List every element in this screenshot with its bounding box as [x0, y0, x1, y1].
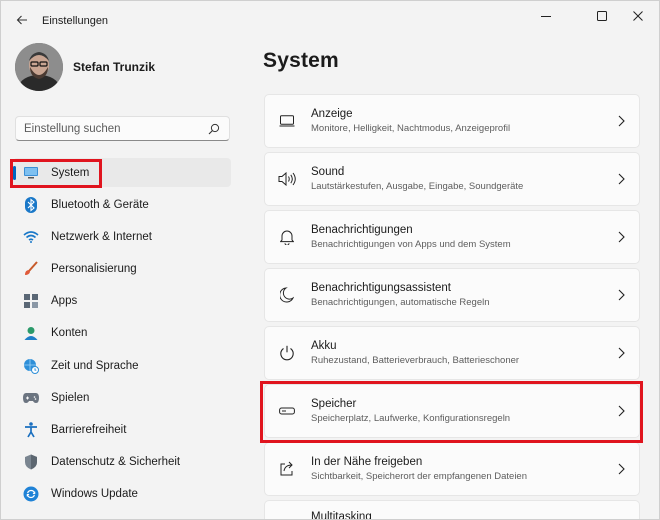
card-subtitle: Sichtbarkeit, Speicherort der empfangene…: [311, 471, 527, 482]
user-name: Stefan Trunzik: [73, 60, 156, 74]
brush-icon: [23, 261, 39, 277]
display-icon: [277, 111, 297, 131]
card-title: Anzeige: [311, 108, 353, 120]
sidebar-item-bluetooth[interactable]: Bluetooth & Geräte: [13, 190, 231, 219]
card-subtitle: Benachrichtigungen von Apps und dem Syst…: [311, 239, 511, 250]
card-title: Sound: [311, 166, 345, 178]
page-title: System: [263, 49, 339, 72]
sidebar-item-privacy-security[interactable]: Datenschutz & Sicherheit: [13, 448, 231, 477]
multitasking-icon: [277, 509, 297, 519]
sidebar-item-network[interactable]: Netzwerk & Internet: [13, 222, 231, 251]
minimize-icon: [541, 16, 551, 17]
sidebar-item-label: Apps: [51, 295, 78, 308]
sidebar-item-label: System: [51, 166, 90, 179]
card-title: Multitasking: [311, 511, 372, 520]
card-focus-assist[interactable]: Benachrichtigungsassistent Benachrichtig…: [264, 268, 640, 322]
chevron-right-icon: [618, 463, 625, 475]
back-button[interactable]: [9, 7, 35, 33]
moon-icon: [277, 285, 297, 305]
search-box[interactable]: [15, 116, 230, 141]
chevron-right-icon: [618, 115, 625, 127]
card-notifications[interactable]: Benachrichtigungen Benachrichtigungen vo…: [264, 210, 640, 264]
search-icon: [208, 123, 220, 135]
sidebar-item-time-language[interactable]: Zeit und Sprache: [13, 351, 231, 380]
sidebar-item-accessibility[interactable]: Barrierefreiheit: [13, 416, 231, 445]
settings-window: Einstellungen Stefan Trunzik Einstellung…: [0, 0, 660, 520]
gamepad-icon: [23, 390, 39, 406]
sidebar-item-label: Bluetooth & Geräte: [51, 198, 149, 211]
sidebar-item-system[interactable]: System: [13, 158, 231, 187]
sidebar-item-label: Zeit und Sprache: [51, 359, 139, 372]
card-title: In der Nähe freigeben: [311, 456, 423, 468]
monitor-icon: [23, 165, 39, 181]
accessibility-icon: [23, 422, 39, 438]
sidebar-item-gaming[interactable]: Spielen: [13, 383, 231, 412]
sidebar-item-label: Personalisierung: [51, 263, 137, 276]
chevron-right-icon: [618, 231, 625, 243]
app-title: Einstellungen: [42, 15, 109, 27]
card-title: Benachrichtigungen: [311, 224, 413, 236]
sidebar-item-label: Netzwerk & Internet: [51, 230, 152, 243]
close-button[interactable]: [615, 1, 659, 31]
sidebar-item-label: Spielen: [51, 391, 90, 404]
sidebar-item-label: Konten: [51, 327, 88, 340]
sidebar-item-windows-update[interactable]: Windows Update: [13, 480, 231, 509]
card-subtitle: Benachrichtigungen, automatische Regeln: [311, 297, 490, 308]
chevron-right-icon: [618, 173, 625, 185]
chevron-right-icon: [618, 405, 625, 417]
sidebar-item-label: Datenschutz & Sicherheit: [51, 456, 181, 469]
avatar-photo-icon: [15, 43, 63, 91]
card-subtitle: Speicherplatz, Laufwerke, Konfigurations…: [311, 413, 511, 424]
title-bar: Einstellungen: [1, 1, 659, 39]
card-subtitle: Ruhezustand, Batterieverbrauch, Batterie…: [311, 355, 520, 366]
maximize-icon: [597, 11, 607, 21]
arrow-left-icon: [16, 15, 27, 25]
shield-icon: [23, 454, 39, 470]
sidebar-item-personalization[interactable]: Personalisierung: [13, 255, 231, 284]
card-title: Benachrichtigungsassistent: [311, 282, 451, 294]
card-title: Speicher: [311, 398, 357, 410]
card-storage[interactable]: Speicher Speicherplatz, Laufwerke, Konfi…: [264, 384, 640, 438]
card-nearby-sharing[interactable]: In der Nähe freigeben Sichtbarkeit, Spei…: [264, 442, 640, 496]
sidebar-item-label: Barrierefreiheit: [51, 424, 127, 436]
globe-clock-icon: [23, 358, 39, 374]
chevron-right-icon: [618, 289, 625, 301]
sidebar-item-label: Windows Update: [51, 488, 138, 501]
card-display[interactable]: Anzeige Monitore, Helligkeit, Nachtmodus…: [264, 94, 640, 148]
chevron-right-icon: [618, 347, 625, 359]
speaker-icon: [277, 169, 297, 189]
close-icon: [633, 11, 643, 21]
sidebar-item-apps[interactable]: Apps: [13, 287, 231, 316]
active-indicator: [13, 166, 16, 180]
wifi-icon: [23, 229, 39, 245]
apps-icon: [23, 293, 39, 309]
bell-icon: [277, 227, 297, 247]
storage-icon: [277, 401, 297, 421]
sidebar-item-accounts[interactable]: Konten: [13, 319, 231, 348]
account-icon: [23, 325, 39, 341]
power-icon: [277, 343, 297, 363]
share-icon: [277, 459, 297, 479]
card-title: Akku: [311, 340, 337, 352]
card-subtitle: Lautstärkestufen, Ausgabe, Eingabe, Soun…: [311, 181, 524, 192]
update-icon: [23, 486, 39, 502]
avatar[interactable]: [15, 43, 63, 91]
card-battery[interactable]: Akku Ruhezustand, Batterieverbrauch, Bat…: [264, 326, 640, 380]
card-multitasking[interactable]: Multitasking: [264, 500, 640, 520]
sidebar-nav: System Bluetooth & Geräte Netzwerk & Int…: [13, 158, 231, 512]
search-input[interactable]: [16, 122, 196, 135]
card-subtitle: Monitore, Helligkeit, Nachtmodus, Anzeig…: [311, 123, 511, 134]
bluetooth-icon: [23, 196, 39, 213]
card-sound[interactable]: Sound Lautstärkestufen, Ausgabe, Eingabe…: [264, 152, 640, 206]
minimize-button[interactable]: [523, 1, 569, 31]
settings-card-list: Anzeige Monitore, Helligkeit, Nachtmodus…: [264, 94, 640, 520]
